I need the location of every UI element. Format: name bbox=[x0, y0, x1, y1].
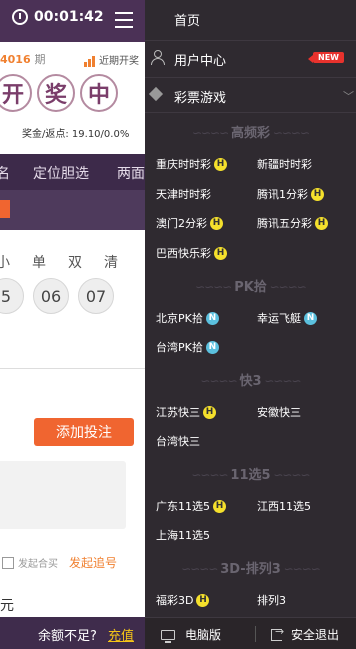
play-tabs: 名 定位胆选 两面 bbox=[0, 154, 145, 190]
game-link[interactable]: 台湾PK拾 N bbox=[156, 339, 219, 355]
number-picker: 5 06 07 bbox=[0, 278, 123, 314]
user-icon bbox=[151, 50, 165, 65]
section-title: ∽∽∽∽ PK拾 ∽∽∽∽ bbox=[195, 280, 307, 295]
filter-odd[interactable]: 单 bbox=[32, 252, 46, 272]
draw-result-balls: 开 奖 中 bbox=[0, 74, 123, 112]
hot-badge: H bbox=[315, 216, 328, 230]
lottery-page: 00:01:42 4016 期 近期开奖 开 奖 中 奖金/返点: 19.10/… bbox=[0, 0, 145, 649]
nav-home[interactable]: 首页 bbox=[145, 0, 356, 36]
chase-number-link[interactable]: 发起追号 bbox=[69, 554, 117, 571]
monitor-icon bbox=[161, 629, 175, 643]
section-title: ∽∽∽∽ 高频彩 ∽∽∽∽ bbox=[191, 126, 310, 141]
logout-label: 安全退出 bbox=[291, 628, 340, 642]
nav-lottery-games-label: 彩票游戏 bbox=[174, 91, 227, 106]
game-link[interactable]: 上海11选5 bbox=[156, 527, 210, 543]
game-link[interactable]: 腾讯1分彩 H bbox=[257, 186, 324, 202]
balance-bar: 余额不足? 充值 bbox=[0, 617, 145, 649]
filter-clear[interactable]: 清 bbox=[104, 252, 118, 272]
tab-item[interactable]: 名 bbox=[0, 163, 10, 183]
result-ball: 奖 bbox=[37, 74, 75, 112]
countdown-text: 00:01:42 bbox=[34, 9, 104, 25]
tab-two-sides[interactable]: 两面 bbox=[117, 163, 145, 183]
bet-list-box[interactable] bbox=[0, 461, 126, 529]
balance-text: 余额不足? bbox=[38, 629, 97, 644]
game-link[interactable]: 江西11选5 bbox=[257, 498, 311, 514]
logout-button[interactable]: 安全退出 bbox=[271, 625, 340, 643]
side-drawer: 首页 用户中心 NEW 彩票游戏 ﹀ ∽∽∽∽ 高频彩 ∽∽∽∽ 重庆时时彩 H … bbox=[145, 0, 356, 649]
hot-badge: H bbox=[214, 157, 227, 171]
joint-purchase: 发起合买 发起追号 bbox=[2, 554, 117, 571]
new-game-badge: N bbox=[304, 311, 317, 325]
page-header: 00:01:42 bbox=[0, 0, 145, 42]
add-bet-button[interactable]: 添加投注 bbox=[34, 418, 134, 446]
result-ball: 开 bbox=[0, 74, 32, 112]
tag-icon bbox=[148, 86, 164, 102]
section-title: ∽∽∽∽ 3D-排列3 ∽∽∽∽ bbox=[181, 562, 321, 577]
section-title: ∽∽∽∽ 快3 ∽∽∽∽ bbox=[200, 374, 301, 389]
game-link[interactable]: 江苏快三 H bbox=[156, 404, 216, 420]
hot-badge: H bbox=[210, 216, 223, 230]
game-link[interactable]: 广东11选5 H bbox=[156, 498, 226, 514]
new-badge: NEW bbox=[308, 52, 344, 63]
issue-number: 4016 期 bbox=[0, 53, 46, 66]
game-link[interactable]: 重庆时时彩 H bbox=[156, 156, 227, 172]
nav-lottery-games[interactable]: 彩票游戏 ﹀ bbox=[145, 77, 356, 113]
drawer-footer: 电脑版 安全退出 bbox=[145, 617, 356, 649]
amount-unit: 元 bbox=[0, 598, 14, 614]
bar-chart-icon bbox=[84, 56, 96, 67]
pc-version-label: 电脑版 bbox=[185, 628, 222, 642]
hot-badge: H bbox=[311, 187, 324, 201]
game-link[interactable]: 北京PK拾 N bbox=[156, 310, 219, 326]
game-link[interactable]: 排列3 bbox=[257, 592, 286, 608]
filter-small[interactable]: 小 bbox=[0, 252, 10, 272]
chevron-down-icon: ﹀ bbox=[343, 90, 354, 103]
menu-icon[interactable] bbox=[115, 12, 133, 28]
recent-draws-link[interactable]: 近期开奖 bbox=[84, 52, 139, 67]
game-link[interactable]: 巴西快乐彩 H bbox=[156, 245, 227, 261]
countdown: 00:01:42 bbox=[12, 9, 104, 25]
game-link[interactable]: 澳门2分彩 H bbox=[156, 215, 223, 231]
logout-icon bbox=[271, 625, 284, 641]
joint-checkbox[interactable] bbox=[2, 556, 14, 569]
hot-badge: H bbox=[196, 593, 210, 607]
new-game-badge: N bbox=[205, 311, 219, 325]
game-link[interactable]: 天津时时彩 bbox=[156, 186, 211, 202]
number-ball[interactable]: 5 bbox=[0, 278, 24, 314]
hot-badge: H bbox=[214, 246, 227, 260]
number-ball[interactable]: 06 bbox=[33, 278, 69, 314]
result-ball: 中 bbox=[80, 74, 118, 112]
tab-position[interactable]: 定位胆选 bbox=[33, 163, 89, 183]
new-game-badge: N bbox=[205, 340, 219, 354]
nav-home-label: 首页 bbox=[174, 14, 201, 29]
bonus-rebate: 奖金/返点: 19.10/0.0% bbox=[22, 129, 130, 140]
game-link[interactable]: 福彩3D H bbox=[156, 592, 210, 608]
selected-chip[interactable] bbox=[0, 200, 10, 218]
issue-row: 4016 期 近期开奖 bbox=[0, 44, 145, 72]
filter-even[interactable]: 双 bbox=[68, 252, 82, 272]
divider bbox=[0, 368, 145, 369]
section-title: ∽∽∽∽ 11选5 ∽∽∽∽ bbox=[191, 468, 310, 483]
game-link[interactable]: 新疆时时彩 bbox=[257, 156, 312, 172]
recharge-link[interactable]: 充值 bbox=[108, 625, 134, 644]
game-link[interactable]: 幸运飞艇 N bbox=[257, 310, 317, 326]
clock-icon bbox=[12, 9, 28, 25]
joint-label: 发起合买 bbox=[18, 559, 58, 570]
sub-tab-bar bbox=[0, 190, 145, 230]
footer-divider bbox=[255, 626, 256, 642]
game-link[interactable]: 腾讯五分彩 H bbox=[257, 215, 328, 231]
game-link[interactable]: 安徽快三 bbox=[257, 404, 301, 420]
pc-version-button[interactable]: 电脑版 bbox=[161, 626, 221, 643]
number-ball[interactable]: 07 bbox=[78, 278, 114, 314]
nav-user-center[interactable]: 用户中心 NEW bbox=[145, 40, 356, 75]
nav-user-center-label: 用户中心 bbox=[174, 54, 227, 69]
game-link[interactable]: 台湾快三 bbox=[156, 433, 200, 449]
hot-badge: H bbox=[213, 499, 226, 513]
hot-badge: H bbox=[203, 405, 216, 419]
